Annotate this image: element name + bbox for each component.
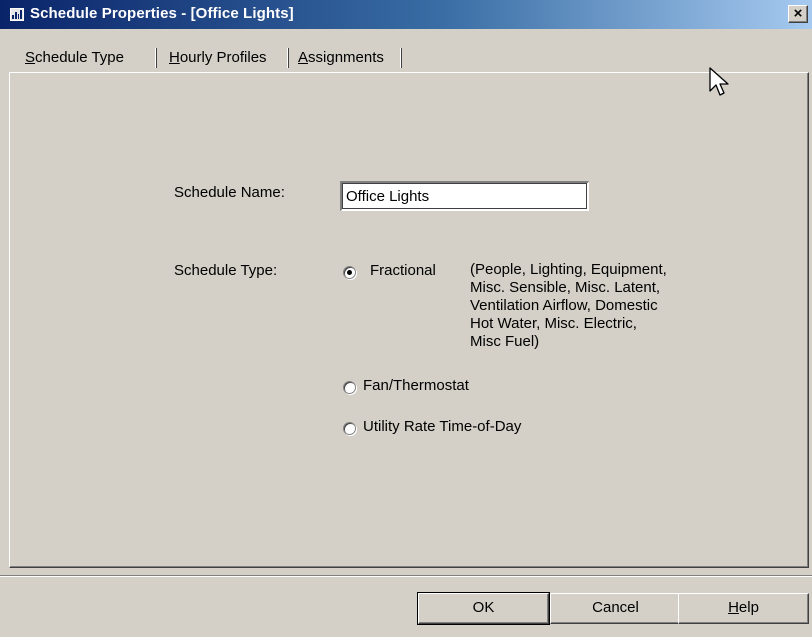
description-line: Misc. Sensible, Misc. Latent, bbox=[470, 279, 661, 296]
tab-divider bbox=[288, 48, 289, 68]
cancel-button[interactable]: Cancel bbox=[550, 593, 681, 624]
tab-assignments[interactable]: Assignments bbox=[298, 47, 384, 69]
description-line: Ventilation Airflow, Domestic bbox=[470, 297, 658, 314]
tab-divider bbox=[156, 48, 157, 68]
button-area-divider bbox=[0, 575, 812, 577]
title-bar[interactable]: Schedule Properties - [Office Lights] × bbox=[0, 0, 812, 29]
app-icon[interactable] bbox=[10, 8, 24, 21]
button-accelerator: H bbox=[728, 599, 739, 616]
tab-accelerator: A bbox=[298, 49, 309, 66]
window-title: Schedule Properties - [Office Lights] bbox=[30, 5, 294, 22]
schedule-name-input[interactable] bbox=[340, 181, 589, 211]
tab-schedule-type[interactable]: Schedule Type bbox=[25, 47, 124, 69]
tab-accelerator: S bbox=[25, 49, 36, 66]
radio-button[interactable] bbox=[343, 381, 356, 394]
schedule-type-label: Schedule Type: bbox=[174, 262, 278, 279]
description-line: Misc Fuel) bbox=[470, 333, 540, 350]
schedule-name-label: Schedule Name: bbox=[174, 184, 285, 201]
radio-label[interactable]: Fractional bbox=[370, 262, 436, 279]
radio-button[interactable] bbox=[343, 422, 356, 435]
radio-label[interactable]: Fan/Thermostat bbox=[363, 377, 469, 394]
radio-button[interactable] bbox=[343, 266, 356, 279]
tab-label: ssignments bbox=[308, 49, 384, 66]
mouse-cursor-icon bbox=[709, 67, 729, 96]
tab-divider bbox=[401, 48, 402, 68]
description-line: Hot Water, Misc. Electric, bbox=[470, 315, 637, 332]
description-line: (People, Lighting, Equipment, bbox=[470, 261, 667, 278]
button-label: elp bbox=[738, 599, 759, 616]
tab-accelerator: H bbox=[169, 49, 180, 66]
close-button[interactable]: × bbox=[788, 5, 808, 23]
ok-button[interactable]: OK bbox=[417, 592, 550, 625]
radio-label[interactable]: Utility Rate Time-of-Day bbox=[363, 418, 521, 435]
tab-label: chedule Type bbox=[35, 49, 124, 66]
tab-label: ourly Profiles bbox=[179, 49, 267, 66]
tab-hourly-profiles[interactable]: Hourly Profiles bbox=[169, 47, 267, 69]
fractional-description: (People, Lighting, Equipment, Misc. Sens… bbox=[470, 261, 730, 351]
help-button[interactable]: Help bbox=[678, 593, 809, 624]
